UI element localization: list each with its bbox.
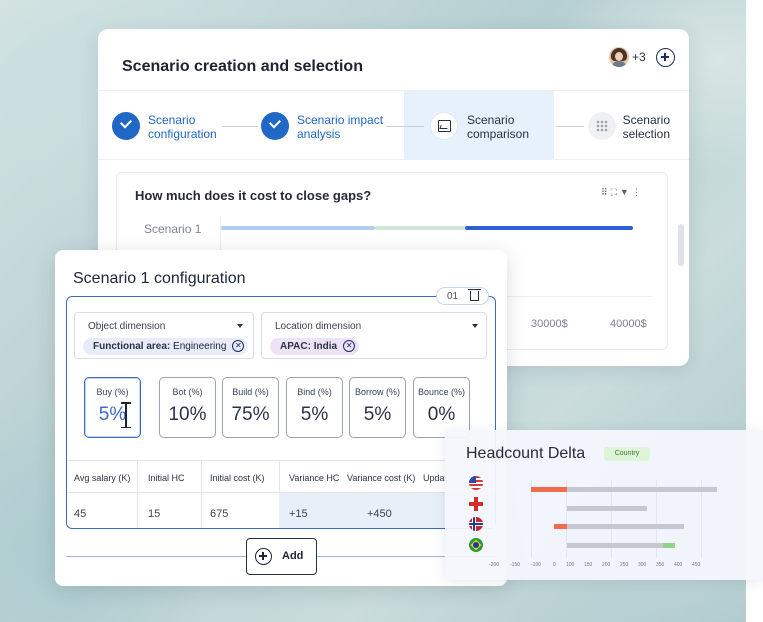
step-3-label[interactable]: Scenario comparison [467,113,529,141]
config-index: 01 [447,291,459,302]
trash-icon[interactable] [468,289,481,301]
bounce-percent-input[interactable]: Bounce (%) 0% [413,377,470,438]
x-tick-label: -200 [489,562,500,568]
table-cell: +15 [289,508,308,520]
comparison-icon [438,120,451,132]
scenario-configuration-card: Scenario 1 configuration 01 Object dimen… [55,250,507,586]
add-divider-left [66,556,246,557]
x-tick-label: 400 [674,562,683,568]
more-icon[interactable]: ⋮ [632,187,644,197]
functional-area-chip[interactable]: Functional area: Engineering ✕ [83,338,249,355]
table-header: Avg salary (K) Initial HC Initial cost (… [67,460,495,493]
bar-segment-3 [465,226,633,230]
x-tick-label: 250 [620,562,629,568]
avatar-face-shape [615,52,623,61]
scenario-row-label: Scenario 1 [144,222,202,236]
table-cell: 45 [74,508,87,520]
chart-question-title: How much does it cost to close gaps? [135,188,372,203]
norway-flag-icon [469,517,483,531]
x-tick-label: 40000$ [610,318,647,330]
location-dimension-label: Location dimension [275,321,362,332]
step-2-label[interactable]: Scenario impact analysis [297,113,383,141]
scenario-stepper: Scenario configuration Scenario impact a… [98,90,689,160]
location-chip[interactable]: APAC: India ✕ [270,338,360,355]
brazil-flag-icon [469,538,483,552]
column-header[interactable]: Updat [423,473,447,483]
collaborator-count[interactable]: +3 [632,50,646,64]
step-3-compare-icon[interactable] [430,112,458,140]
bar-segment-2 [375,226,465,230]
brazil-neutral-bar [567,543,663,548]
brazil-positive-bar [663,543,675,548]
drag-icon[interactable]: ⠿ [601,187,611,197]
bar-segment-1 [221,226,375,230]
x-tick-label: 150 [584,562,593,568]
step-1-label[interactable]: Scenario configuration [148,113,217,141]
filter-icon[interactable]: ▼ [620,187,632,197]
x-tick-label: -100 [531,562,542,568]
chevron-down-icon[interactable] [237,324,243,328]
table-cell: 675 [210,508,229,520]
x-tick-label: 30000$ [531,318,568,330]
england-flag-icon [469,497,483,511]
object-dimension-select[interactable]: Object dimension Functional area: Engine… [74,312,254,359]
x-tick-label: 100 [566,562,575,568]
step-1-check-icon[interactable] [112,112,140,140]
x-tick-label: 200 [602,562,611,568]
column-header[interactable]: Variance cost (K) [347,473,415,483]
borrow-percent-input[interactable]: Borrow (%) 5% [349,377,406,438]
us-negative-bar [531,487,567,492]
build-percent-input[interactable]: Build (%) 75% [222,377,279,438]
config-title: Scenario 1 configuration [73,270,246,287]
step-2-check-icon[interactable] [261,112,289,140]
x-tick-label: 0 [553,562,556,568]
text-cursor-icon [121,402,131,428]
remove-chip-icon[interactable]: ✕ [343,340,356,352]
bind-percent-input[interactable]: Bind (%) 5% [286,377,343,438]
headcount-delta-card: Headcount Delta Country -200 -150 -100 0… [445,430,763,580]
avatar-body-shape [612,61,626,67]
x-tick-label: -150 [510,562,521,568]
bot-percent-input[interactable]: Bot (%) 10% [159,377,216,438]
country-badge[interactable]: Country [604,447,650,461]
buy-percent-input[interactable]: Buy (%) 5% [84,377,141,438]
scrollbar-thumb[interactable] [678,224,684,266]
remove-chip-icon[interactable]: ✕ [232,340,245,352]
us-flag-icon [469,476,483,490]
add-scenario-button[interactable]: Add [246,538,317,575]
step-4-grid-icon[interactable] [588,112,616,140]
chart-toolbar[interactable]: ⠿⛶▼⋮ [601,187,644,198]
step-connector [222,126,258,127]
headcount-title: Headcount Delta [466,445,586,462]
england-neutral-bar [567,506,647,511]
table-cell: 15 [148,508,161,520]
step-4-label[interactable]: Scenario selection [622,113,670,141]
plus-circle-icon [255,548,272,565]
column-header[interactable]: Initial HC [148,473,185,483]
table-row[interactable]: 45 15 675 +15 +450 [67,493,495,528]
location-dimension-select[interactable]: Location dimension APAC: India ✕ [261,312,487,359]
add-collaborator-icon[interactable] [656,48,675,67]
column-header[interactable]: Variance HC [289,473,339,483]
collaborator-avatar[interactable] [609,47,629,67]
expand-icon[interactable]: ⛶ [611,187,620,197]
x-tick-label: 300 [638,562,647,568]
table-cell: +450 [367,508,392,520]
object-dimension-label: Object dimension [88,321,166,332]
us-neutral-bar [567,487,717,492]
norway-negative-bar [554,524,567,529]
page-title: Scenario creation and selection [122,58,363,75]
column-header[interactable]: Initial cost (K) [210,473,265,483]
chevron-down-icon[interactable] [472,324,478,328]
column-header[interactable]: Avg salary (K) [74,473,130,483]
dots-grid-icon [596,120,608,132]
config-index-badge: 01 [436,287,489,305]
x-tick-label: 350 [656,562,665,568]
step-connector [556,126,584,127]
step-connector [386,126,424,127]
norway-neutral-bar [567,524,684,529]
x-tick-label: 450 [692,562,701,568]
